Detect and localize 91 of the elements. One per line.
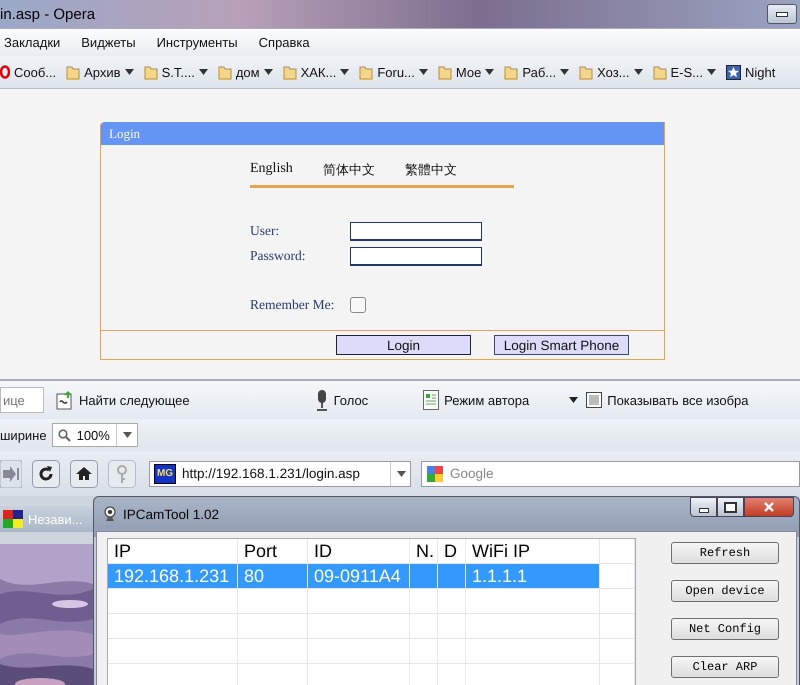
folder-icon xyxy=(359,64,374,80)
caret-icon[interactable] xyxy=(707,69,716,75)
bookmark-item[interactable]: дом xyxy=(236,64,260,80)
home-button[interactable] xyxy=(70,460,98,488)
window-title: in.asp - Opera xyxy=(0,6,96,22)
column-header[interactable]: WiFi IP xyxy=(466,539,600,563)
column-header[interactable]: Port xyxy=(238,539,308,563)
column-header[interactable]: N. xyxy=(410,539,438,563)
search-field[interactable]: Google xyxy=(421,460,800,486)
table-cell: 1.1.1.1 xyxy=(472,566,528,586)
login-button[interactable]: Login xyxy=(336,335,471,355)
input-field[interactable] xyxy=(350,246,482,266)
caret-icon[interactable] xyxy=(340,69,350,75)
language-link[interactable]: English xyxy=(250,161,293,179)
caret-icon[interactable] xyxy=(569,397,578,403)
tool-button[interactable]: Refresh xyxy=(671,542,779,564)
menu-item[interactable]: Виджеты xyxy=(77,35,153,50)
folder-icon xyxy=(438,64,452,80)
minimize-button[interactable] xyxy=(767,4,797,24)
image-icon[interactable] xyxy=(586,392,602,408)
grid-icon xyxy=(3,510,23,528)
bookmark-item[interactable]: Сооб... xyxy=(14,64,56,80)
window-title: IPCamTool 1.02 xyxy=(123,506,220,522)
menu-item[interactable]: Инструменты xyxy=(152,35,255,50)
star-icon xyxy=(726,64,742,80)
caret-icon[interactable] xyxy=(418,69,428,75)
field-label: User: xyxy=(250,223,280,239)
caret-icon[interactable] xyxy=(485,69,494,75)
site-icon: MG xyxy=(154,464,176,484)
menu-item[interactable]: Закладки xyxy=(0,35,78,50)
caret-icon[interactable] xyxy=(198,69,208,75)
zoom-field[interactable]: 100% xyxy=(52,423,138,447)
folder-icon xyxy=(144,64,158,80)
maximize-button[interactable] xyxy=(717,497,744,517)
caret-icon[interactable] xyxy=(124,69,134,75)
folder-icon xyxy=(66,64,80,80)
folder-icon xyxy=(218,64,232,80)
minimize-button[interactable] xyxy=(690,497,717,517)
close-button[interactable] xyxy=(744,497,794,517)
table-cell: 80 xyxy=(244,566,264,586)
column-header[interactable]: IP xyxy=(108,539,238,563)
language-link[interactable]: 繁體中文 xyxy=(404,161,457,179)
folder-icon xyxy=(579,64,594,80)
bookmark-item[interactable]: Хоз... xyxy=(597,64,630,80)
opera-icon xyxy=(0,65,10,79)
bookmark-item[interactable]: Архив xyxy=(84,64,121,80)
search-icon xyxy=(58,428,71,442)
bookmark-item[interactable]: ХАК... xyxy=(300,64,336,80)
caret-icon[interactable] xyxy=(397,470,406,476)
language-link[interactable]: 简体中文 xyxy=(322,161,375,179)
reload-button[interactable] xyxy=(32,460,60,488)
webcam-icon xyxy=(103,506,117,522)
panel-title: Login xyxy=(109,126,140,142)
folder-icon xyxy=(652,64,667,80)
folder-icon xyxy=(504,64,518,80)
bookmark-item[interactable]: Night xyxy=(745,64,776,80)
close-icon[interactable] xyxy=(764,502,774,512)
table-cell: 09-0911A4 xyxy=(314,566,401,586)
caret-icon[interactable] xyxy=(122,432,132,438)
microphone-icon[interactable] xyxy=(314,389,329,411)
menu-item[interactable]: Справка xyxy=(254,35,327,50)
toolbar-button[interactable]: Режим автора xyxy=(444,392,530,408)
bookmark-item[interactable]: Foru... xyxy=(377,64,415,80)
login-button[interactable]: Login Smart Phone xyxy=(494,335,629,355)
find-field[interactable]: ице xyxy=(0,387,44,413)
document-icon[interactable] xyxy=(423,390,440,410)
bookmark-item[interactable]: S.T.... xyxy=(162,64,195,80)
tool-button[interactable]: Open device xyxy=(671,580,779,602)
column-header[interactable]: ID xyxy=(308,539,410,563)
address-field[interactable]: MG http://192.168.1.231/login.asp xyxy=(149,460,411,486)
caret-icon[interactable] xyxy=(264,69,273,75)
field-label: Remember Me: xyxy=(250,297,336,313)
table-cell: 192.168.1.231 xyxy=(114,566,230,586)
zoom-label: ширине xyxy=(0,428,47,442)
checkbox[interactable] xyxy=(350,297,366,313)
bookmark-item[interactable]: Мое xyxy=(456,64,482,80)
tool-button[interactable]: Clear ARP xyxy=(671,656,779,678)
fast-forward-icon[interactable] xyxy=(0,460,22,488)
toolbar-button[interactable]: Голос xyxy=(334,392,368,408)
input-field[interactable] xyxy=(350,222,482,240)
caret-icon[interactable] xyxy=(634,69,643,75)
toolbar-button[interactable]: Найти следующее xyxy=(79,392,190,408)
field-label: Password: xyxy=(250,248,307,264)
bookmark-item[interactable]: E-S... xyxy=(670,64,704,80)
tool-button[interactable]: Net Config xyxy=(671,618,779,640)
toolbar-button[interactable]: Показывать все изобра xyxy=(607,392,749,408)
caret-icon[interactable] xyxy=(560,69,570,75)
column-header[interactable]: D xyxy=(438,539,466,563)
find-next-icon[interactable] xyxy=(56,390,74,410)
bookmark-item[interactable]: Раб... xyxy=(522,64,556,80)
folder-icon xyxy=(282,64,297,80)
